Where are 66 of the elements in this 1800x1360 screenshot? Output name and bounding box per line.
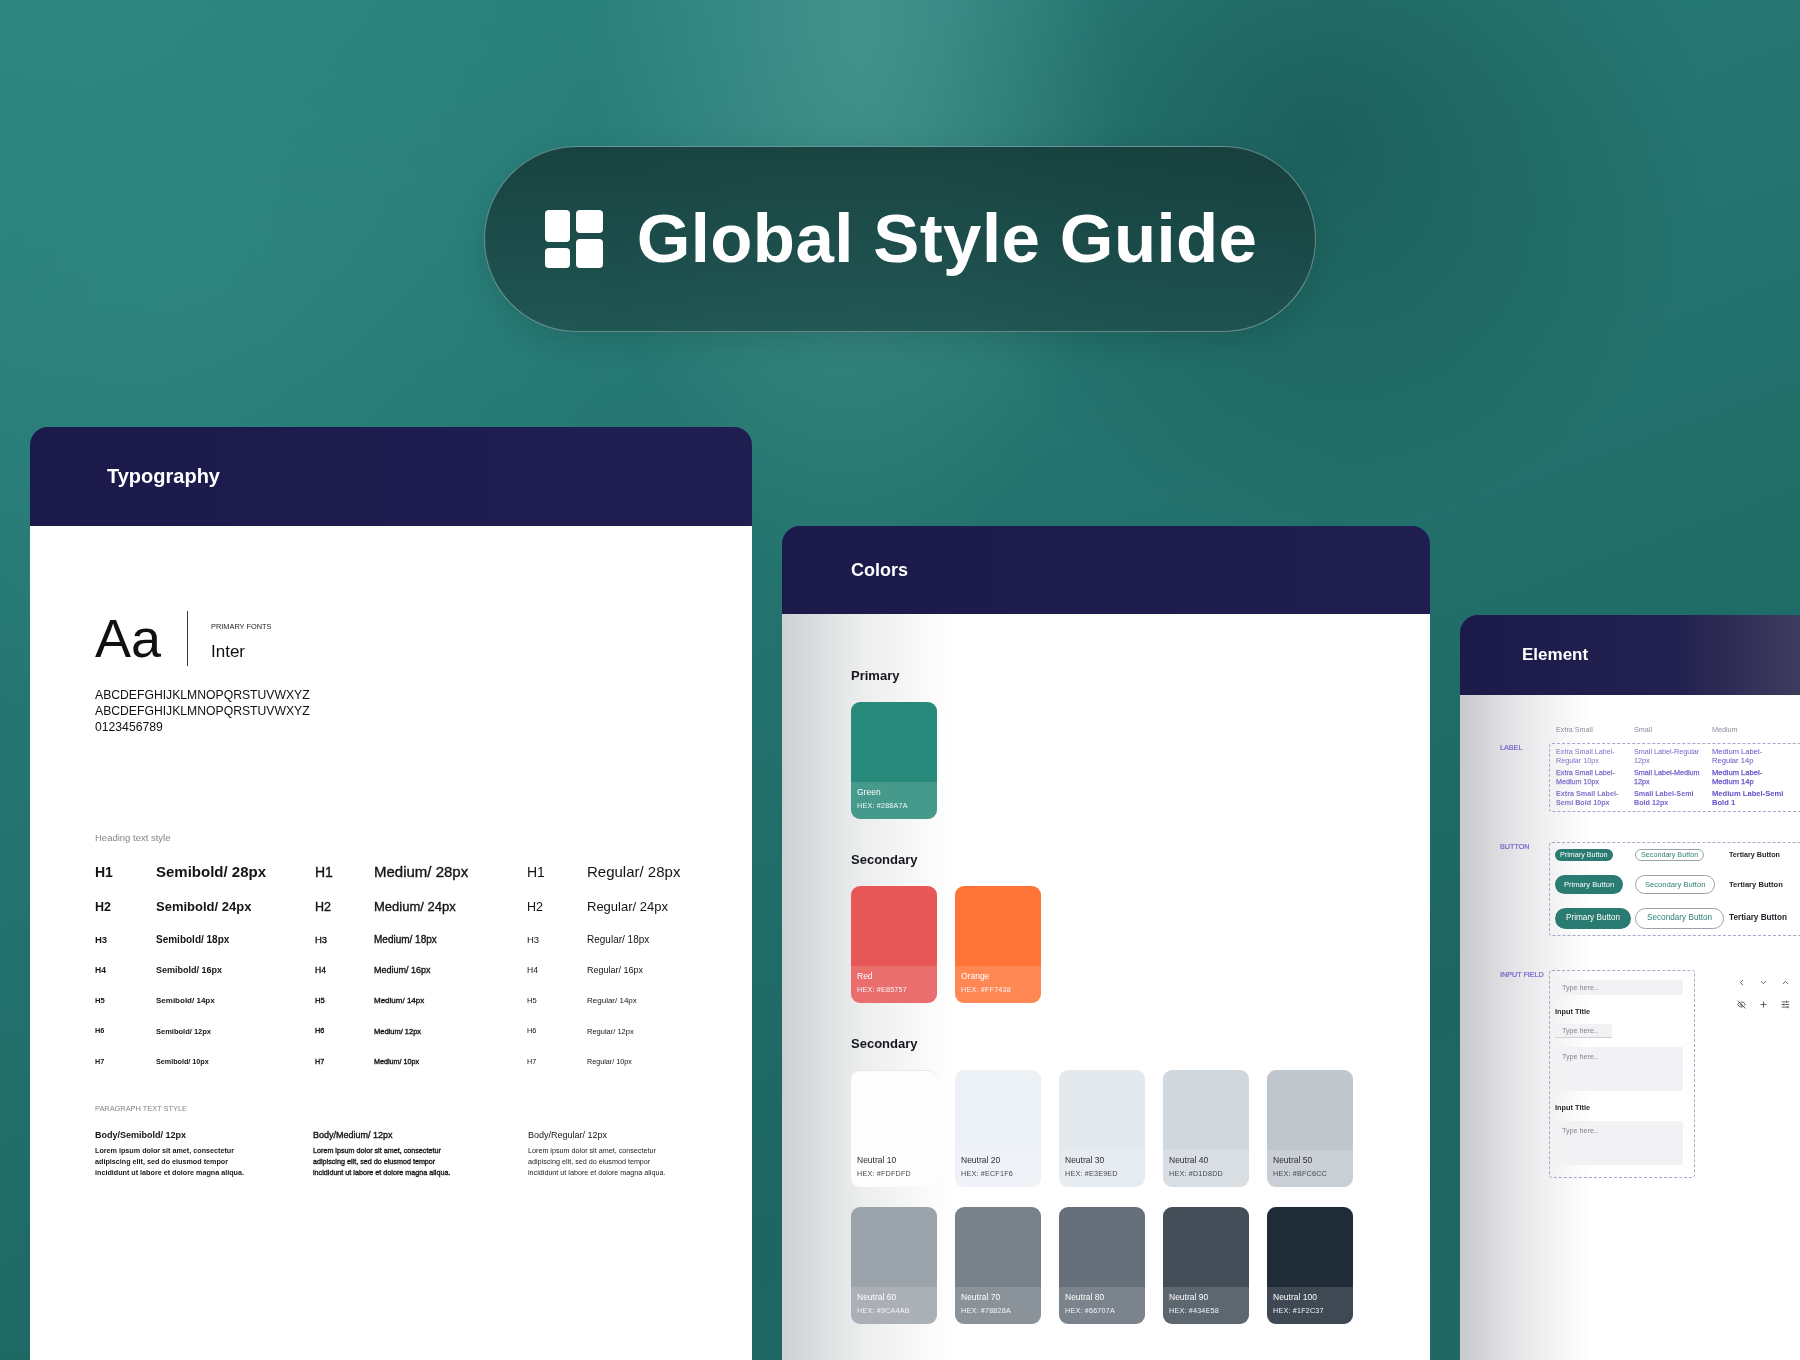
- swatch-name: Neutral 40: [1169, 1155, 1209, 1165]
- heading-style-name: Semibold/ 14px: [156, 996, 215, 1006]
- swatch-name: Neutral 90: [1169, 1292, 1209, 1302]
- tertiary-button[interactable]: Tertiary Button: [1729, 908, 1788, 929]
- swatch-name: Neutral 20: [961, 1155, 1001, 1165]
- heading-style-name: Semibold/ 28px: [156, 863, 267, 881]
- grid-icon: [544, 210, 603, 268]
- group-title: Secondary: [851, 1035, 918, 1053]
- swatch-name: Neutral 70: [961, 1292, 1001, 1302]
- character-set-line: ABCDEFGHIJKLMNOPQRSTUVWXYZ: [95, 687, 310, 703]
- font-name: Inter: [211, 642, 246, 662]
- plus-icon: [1759, 1000, 1768, 1009]
- page-title: Global Style Guide: [636, 199, 1258, 279]
- card-title: Element: [1522, 645, 1589, 665]
- swatch-name: Orange: [961, 971, 990, 981]
- heading-tag: H3: [315, 933, 374, 946]
- heading-style-name: Semibold/ 24px: [156, 899, 252, 915]
- heading-style-name: Semibold/ 16px: [156, 965, 223, 976]
- swatch-name: Neutral 100: [1273, 1292, 1317, 1302]
- paragraph-style-name: Body/Medium/ 12px: [313, 1129, 393, 1142]
- heading-style-name: Regular/ 16px: [587, 965, 644, 976]
- heading-style-name: Regular/ 28px: [587, 863, 681, 881]
- group-title: Primary: [851, 667, 900, 685]
- heading-tag: H4: [95, 965, 156, 976]
- swatch-name: Neutral 10: [857, 1155, 897, 1165]
- heading-tag: H2: [315, 899, 374, 915]
- heading-tag: H3: [527, 933, 587, 946]
- chevron-left-icon: [1737, 978, 1746, 987]
- paragraph-style-name: Body/Regular/ 12px: [528, 1129, 608, 1142]
- heading-style-name: Medium/ 16px: [374, 965, 431, 976]
- heading-style-name: Regular/ 18px: [587, 933, 650, 946]
- card-title: Typography: [107, 465, 220, 488]
- type-sample: Aa: [95, 611, 163, 666]
- heading-style-name: Medium/ 28px: [374, 863, 469, 881]
- section-caption: Heading text style: [95, 831, 171, 845]
- heading-tag: H2: [527, 899, 587, 915]
- heading-style-name: Regular/ 14px: [587, 996, 637, 1006]
- heading-tag: H2: [95, 899, 156, 915]
- heading-style-name: Medium/ 24px: [374, 899, 456, 915]
- card-title: Colors: [851, 559, 908, 581]
- heading-tag: H1: [315, 863, 374, 881]
- eye-slash-icon: [1737, 1000, 1746, 1009]
- heading-style-name: Semibold/ 18px: [156, 933, 230, 946]
- swatch-name: Red: [857, 971, 873, 981]
- sliders-icon: [1781, 1000, 1790, 1009]
- chevron-up-icon: [1781, 978, 1790, 987]
- heading-tag: H1: [95, 863, 156, 881]
- group-title: Secondary: [851, 851, 918, 869]
- heading-style-name: Medium/ 18px: [374, 933, 437, 946]
- chevron-down-icon: [1759, 978, 1768, 987]
- primary-button[interactable]: Primary Button: [1555, 908, 1632, 929]
- secondary-button[interactable]: Secondary Button: [1635, 908, 1725, 929]
- swatch-name: Green: [857, 787, 881, 797]
- heading-style-name: Medium/ 14px: [374, 996, 425, 1006]
- swatch-name: Neutral 60: [857, 1292, 897, 1302]
- paragraph-style-name: Body/Semibold/ 12px: [95, 1129, 187, 1142]
- character-set-line: 0123456789: [95, 719, 163, 735]
- heading-tag: H1: [527, 863, 587, 881]
- heading-tag: H4: [527, 965, 587, 976]
- swatch-name: Neutral 50: [1273, 1155, 1313, 1165]
- heading-tag: H3: [95, 933, 156, 946]
- character-set-line: ABCDEFGHIJKLMNOPQRSTUVWXYZ: [95, 703, 310, 719]
- heading-style-name: Regular/ 24px: [587, 899, 668, 915]
- heading-tag: H4: [315, 965, 374, 976]
- swatch-name: Neutral 80: [1065, 1292, 1105, 1302]
- swatch-name: Neutral 30: [1065, 1155, 1105, 1165]
